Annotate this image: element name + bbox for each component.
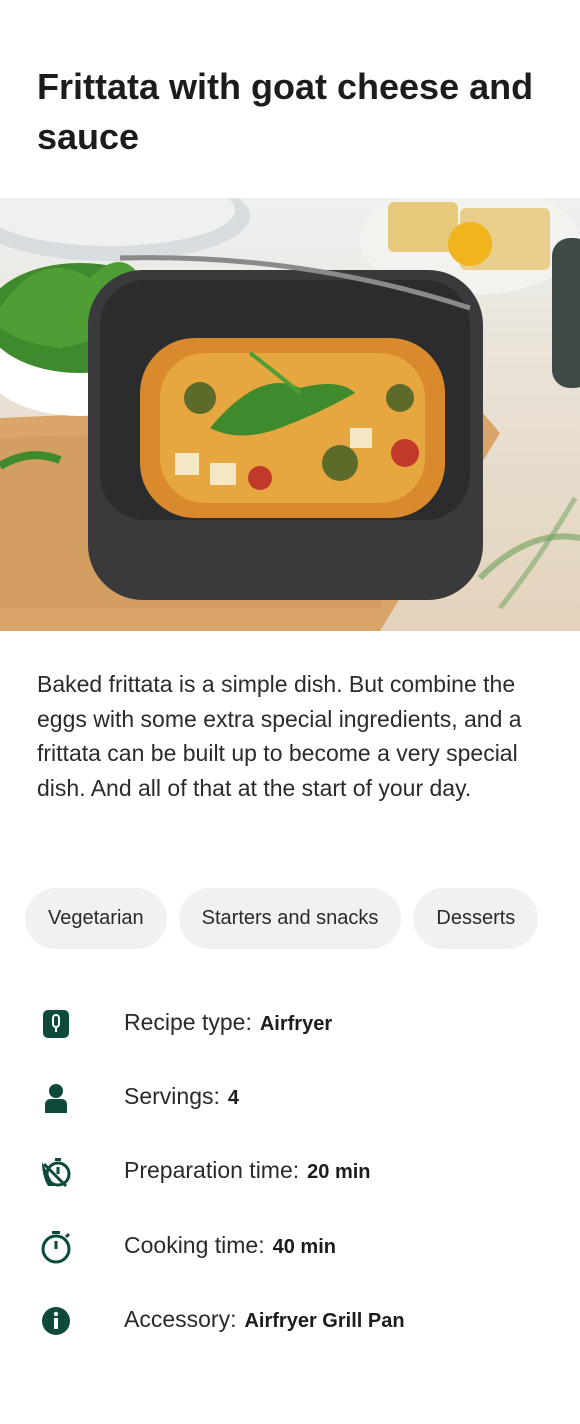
- stopwatch-icon: [39, 1230, 73, 1264]
- recipe-hero-image: [0, 198, 580, 631]
- airfryer-icon: [39, 1007, 73, 1041]
- tag-chip[interactable]: Desserts: [413, 888, 539, 949]
- detail-value: 20 min: [307, 1161, 371, 1183]
- detail-label: Preparation time:: [124, 1157, 300, 1183]
- prep-timer-icon: [39, 1155, 73, 1189]
- recipe-title: Frittata with goat cheese and sauce: [37, 66, 534, 157]
- detail-label: Recipe type:: [124, 1009, 252, 1035]
- frittata-photo: [0, 198, 580, 631]
- detail-cooking-time: Cooking time: 40 min: [0, 1226, 580, 1266]
- tag-chip[interactable]: Starters and snacks: [178, 888, 402, 949]
- recipe-tags: Vegetarian Starters and snacks Desserts: [25, 888, 539, 949]
- detail-preparation-time: Preparation time: 20 min: [0, 1151, 580, 1191]
- detail-accessory: Accessory: Airfryer Grill Pan: [0, 1300, 580, 1340]
- detail-value: 40 min: [272, 1236, 336, 1258]
- detail-value: Airfryer: [259, 1013, 333, 1035]
- detail-servings: Servings: 4: [0, 1077, 580, 1117]
- detail-label: Cooking time:: [124, 1232, 265, 1258]
- detail-label: Servings:: [124, 1083, 220, 1109]
- detail-recipe-type: Recipe type: Airfryer: [0, 1003, 580, 1043]
- detail-label: Accessory:: [124, 1306, 237, 1332]
- person-icon: [39, 1081, 73, 1115]
- detail-value: Airfryer Grill Pan: [244, 1310, 405, 1332]
- detail-value: 4: [227, 1087, 239, 1109]
- tag-chip[interactable]: Vegetarian: [25, 888, 167, 949]
- recipe-description: Baked frittata is a simple dish. But com…: [37, 671, 522, 801]
- info-icon: [39, 1304, 73, 1338]
